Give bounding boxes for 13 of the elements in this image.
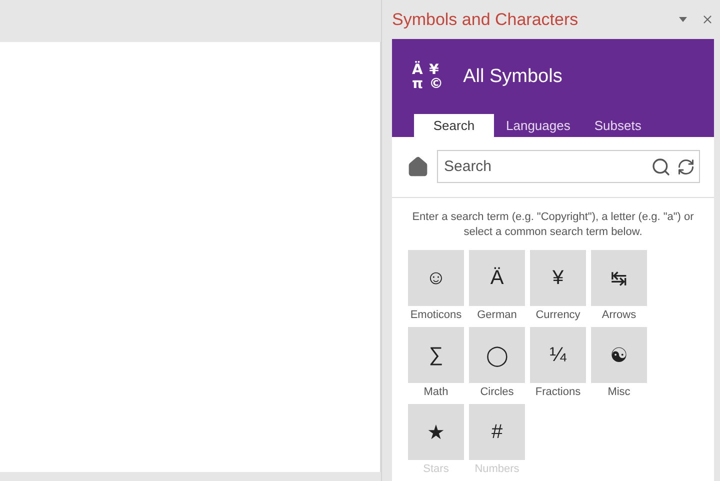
pane-title: Symbols and Characters [392, 10, 580, 30]
tab[interactable]: Languages [494, 114, 582, 137]
search-field[interactable]: Search [437, 150, 700, 183]
tab[interactable]: Subsets [582, 114, 654, 137]
tab[interactable]: Search [414, 114, 494, 137]
home-icon[interactable] [407, 156, 429, 178]
refresh-icon[interactable] [677, 158, 695, 176]
close-icon[interactable] [701, 13, 714, 26]
symbols-logo-icon: Ä ¥ π © [412, 62, 444, 90]
search-icon[interactable] [651, 156, 671, 176]
dropdown-icon[interactable] [679, 17, 687, 22]
hint-text: Enter a search term (e.g. "Copyright"), a letter (e.g. "a") or select a common search term below. [411, 210, 695, 240]
header-title: All Symbols [463, 66, 562, 88]
